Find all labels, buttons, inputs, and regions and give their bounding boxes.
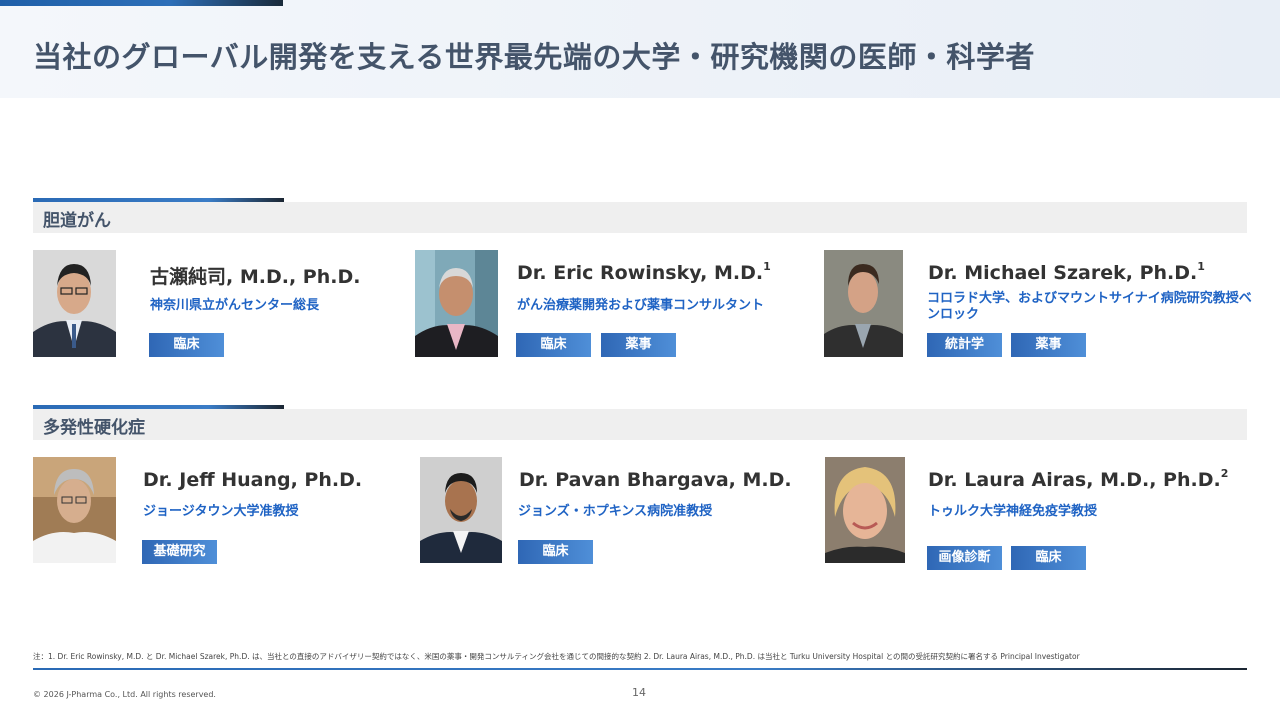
person-photo-szarek [824, 250, 903, 357]
tag-clinical: 臨床 [516, 333, 591, 357]
person-name: Dr. Michael Szarek, Ph.D.1 [928, 260, 1205, 284]
person-name: Dr. Pavan Bhargava, M.D. [519, 469, 792, 491]
header-accent-bar [0, 0, 283, 6]
section-header-ms: 多発性硬化症 [33, 409, 1247, 440]
tag-clinical: 臨床 [1011, 546, 1086, 570]
tag-regulatory: 薬事 [1011, 333, 1086, 357]
person-name: Dr. Jeff Huang, Ph.D. [143, 469, 363, 491]
copyright: © 2026 J-Pharma Co., Ltd. All rights res… [33, 690, 216, 699]
person-photo-airas [825, 457, 905, 563]
tag-imaging: 画像診断 [927, 546, 1002, 570]
person-affiliation: がん治療薬開発および薬事コンサルタント [517, 298, 765, 313]
person-photo-bhargava [420, 457, 502, 563]
tag-regulatory: 薬事 [601, 333, 676, 357]
section-header-biliary: 胆道がん [33, 202, 1247, 233]
person-affiliation: コロラド大学、およびマウントサイナイ病院研究教授ベンロック [927, 291, 1252, 322]
person-name: Dr. Eric Rowinsky, M.D.1 [517, 260, 771, 284]
person-name: 古瀬純司, M.D., Ph.D. [150, 266, 361, 288]
footnote: 注：1. Dr. Eric Rowinsky, M.D. と Dr. Micha… [33, 652, 1080, 661]
page-title: 当社のグローバル開発を支える世界最先端の大学・研究機関の医師・科学者 [33, 40, 1035, 74]
tag-statistics: 統計学 [927, 333, 1002, 357]
person-photo-huang [33, 457, 116, 563]
page-number: 14 [632, 686, 646, 699]
tag-clinical: 臨床 [149, 333, 224, 357]
footer-divider [33, 668, 1247, 670]
person-name: Dr. Laura Airas, M.D., Ph.D.2 [928, 467, 1229, 491]
person-affiliation: ジョージタウン大学准教授 [143, 504, 299, 519]
tag-basic-research: 基礎研究 [142, 540, 217, 564]
person-affiliation: 神奈川県立がんセンター総長 [150, 298, 320, 313]
person-affiliation: トゥルク大学神経免疫学教授 [928, 504, 1098, 519]
tag-clinical: 臨床 [518, 540, 593, 564]
person-affiliation: ジョンズ・ホプキンス病院准教授 [518, 504, 713, 519]
section-label: 多発性硬化症 [43, 418, 145, 438]
person-photo-furuse [33, 250, 116, 357]
section-label: 胆道がん [43, 211, 111, 231]
person-photo-rowinsky [415, 250, 498, 357]
